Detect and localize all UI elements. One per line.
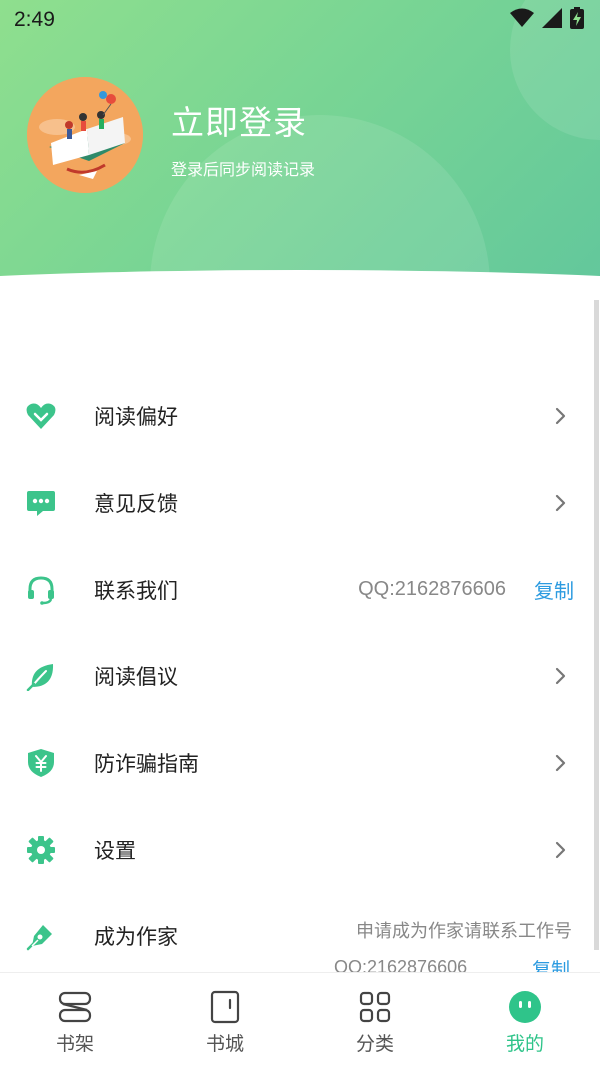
tab-bookshelf[interactable]: 书架 bbox=[0, 973, 150, 1066]
writer-apply-note: 申请成为作家请联系工作号 bbox=[356, 921, 572, 943]
settings-menu: 阅读偏好 意见反馈 联系我们 QQ:2162876606 复制 阅读倡议 防诈骗… bbox=[0, 373, 600, 981]
reading-illustration-icon bbox=[27, 77, 143, 193]
chevron-right-icon bbox=[550, 753, 570, 773]
chevron-right-icon bbox=[550, 493, 570, 513]
bookshelf-icon bbox=[57, 989, 93, 1025]
menu-label: 阅读偏好 bbox=[94, 405, 178, 430]
chevron-right-icon bbox=[550, 406, 570, 426]
tab-label: 我的 bbox=[505, 1033, 544, 1055]
heart-icon bbox=[25, 400, 57, 432]
tab-label: 分类 bbox=[355, 1033, 394, 1055]
tab-label: 书城 bbox=[205, 1033, 244, 1055]
signal-icon bbox=[542, 8, 562, 32]
category-grid-icon bbox=[357, 989, 393, 1025]
tab-label: 书架 bbox=[55, 1033, 94, 1055]
menu-item-feedback[interactable]: 意见反馈 bbox=[0, 460, 600, 547]
leaf-icon bbox=[25, 660, 57, 692]
chevron-right-icon bbox=[550, 666, 570, 686]
menu-item-settings[interactable]: 设置 bbox=[0, 806, 600, 893]
tab-bookstore[interactable]: 书城 bbox=[150, 973, 300, 1066]
bookstore-icon bbox=[207, 989, 243, 1025]
wifi-icon bbox=[510, 8, 534, 32]
status-bar: 2:49 bbox=[0, 0, 600, 40]
menu-label: 成为作家 bbox=[94, 925, 178, 950]
menu-item-reading-initiative[interactable]: 阅读倡议 bbox=[0, 633, 600, 720]
pen-nib-icon bbox=[25, 920, 57, 952]
menu-item-become-writer: 成为作家 申请成为作家请联系工作号 QQ:2162876606 复制 bbox=[0, 893, 600, 981]
menu-label: 设置 bbox=[94, 838, 136, 863]
scrollbar[interactable] bbox=[594, 300, 599, 950]
copy-qq-button[interactable]: 复制 bbox=[534, 575, 574, 604]
status-time: 2:49 bbox=[14, 8, 55, 31]
chevron-right-icon bbox=[550, 840, 570, 860]
menu-label: 联系我们 bbox=[94, 578, 178, 603]
login-title[interactable]: 立即登录 bbox=[171, 96, 307, 144]
tab-category[interactable]: 分类 bbox=[300, 973, 450, 1066]
contact-qq-number: QQ:2162876606 bbox=[358, 578, 506, 601]
battery-icon bbox=[570, 7, 584, 33]
login-subtitle: 登录后同步阅读记录 bbox=[171, 160, 316, 179]
headset-icon bbox=[25, 574, 57, 606]
bottom-tab-bar: 书架 书城 分类 我的 bbox=[0, 972, 600, 1066]
menu-item-reading-preference[interactable]: 阅读偏好 bbox=[0, 373, 600, 460]
avatar[interactable] bbox=[27, 77, 143, 193]
profile-face-icon bbox=[507, 989, 543, 1025]
header-curve bbox=[0, 270, 600, 300]
menu-item-anti-fraud[interactable]: 防诈骗指南 bbox=[0, 720, 600, 807]
menu-label: 意见反馈 bbox=[94, 492, 178, 517]
menu-label: 防诈骗指南 bbox=[94, 752, 199, 777]
menu-item-contact-us: 联系我们 QQ:2162876606 复制 bbox=[0, 546, 600, 633]
chat-bubble-icon bbox=[25, 487, 57, 519]
shield-yuan-icon bbox=[25, 747, 57, 779]
menu-label: 阅读倡议 bbox=[94, 665, 178, 690]
tab-mine[interactable]: 我的 bbox=[450, 973, 600, 1066]
gear-icon bbox=[25, 834, 57, 866]
